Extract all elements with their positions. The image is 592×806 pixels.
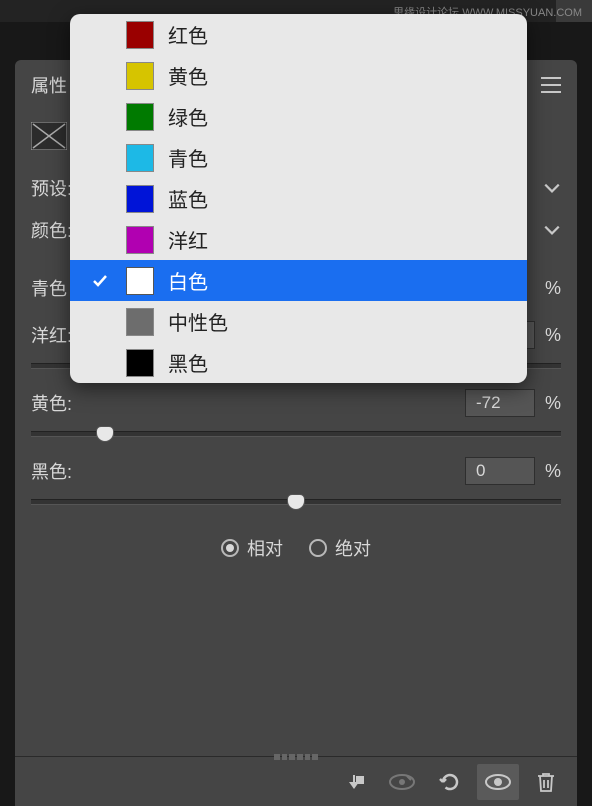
dropdown-item[interactable]: 洋红	[70, 219, 527, 260]
yellow-slider-row: 黄色: %	[31, 389, 561, 417]
dropdown-item-label: 红色	[168, 20, 208, 49]
color-swatch	[126, 267, 154, 295]
method-radio-group: 相对 绝对	[31, 535, 561, 561]
panel-menu-icon[interactable]	[541, 77, 561, 93]
color-swatch	[126, 185, 154, 213]
color-swatch	[126, 103, 154, 131]
resize-grip-icon[interactable]	[274, 754, 318, 760]
dropdown-item-label: 蓝色	[168, 184, 208, 213]
dropdown-item[interactable]: 黑色	[70, 342, 527, 383]
dropdown-item-label: 洋红	[168, 225, 208, 254]
dropdown-item[interactable]: 红色	[70, 14, 527, 55]
absolute-label: 绝对	[335, 535, 371, 561]
color-swatch	[126, 62, 154, 90]
chevron-down-icon	[543, 221, 561, 239]
dropdown-item[interactable]: 蓝色	[70, 178, 527, 219]
chevron-down-icon	[543, 179, 561, 197]
dropdown-item[interactable]: 绿色	[70, 96, 527, 137]
dropdown-item-label: 青色	[168, 143, 208, 172]
view-previous-button[interactable]	[381, 764, 423, 800]
black-value-input[interactable]	[465, 457, 535, 485]
yellow-label: 黄色:	[31, 390, 465, 416]
black-slider-thumb[interactable]	[287, 494, 305, 510]
black-label: 黑色:	[31, 458, 465, 484]
relative-radio[interactable]: 相对	[221, 535, 283, 561]
absolute-radio[interactable]: 绝对	[309, 535, 371, 561]
radio-circle-icon	[221, 539, 239, 557]
visibility-toggle-button[interactable]	[477, 764, 519, 800]
clip-to-layer-button[interactable]	[333, 764, 375, 800]
yellow-slider-track[interactable]	[31, 431, 561, 437]
yellow-value-input[interactable]	[465, 389, 535, 417]
dropdown-item[interactable]: 中性色	[70, 301, 527, 342]
color-swatch	[126, 226, 154, 254]
color-swatch	[126, 308, 154, 336]
check-icon	[88, 272, 112, 290]
color-range-dropdown: 红色黄色绿色青色蓝色洋红白色中性色黑色	[70, 14, 527, 383]
color-swatch	[126, 21, 154, 49]
radio-circle-icon	[309, 539, 327, 557]
dropdown-item-label: 黑色	[168, 348, 208, 377]
percent-sign: %	[545, 393, 561, 414]
percent-sign: %	[545, 461, 561, 482]
dropdown-item-label: 白色	[168, 266, 208, 295]
percent-sign: %	[545, 325, 561, 346]
dropdown-item-label: 黄色	[168, 61, 208, 90]
reset-button[interactable]	[429, 764, 471, 800]
color-swatch	[126, 144, 154, 172]
yellow-slider-thumb[interactable]	[96, 426, 114, 442]
dropdown-item[interactable]: 白色	[70, 260, 527, 301]
black-slider-row: 黑色: %	[31, 457, 561, 485]
percent-sign: %	[545, 278, 561, 299]
black-slider-track[interactable]	[31, 499, 561, 505]
panel-bottom-bar	[15, 756, 577, 806]
dropdown-item-label: 中性色	[168, 307, 228, 336]
relative-label: 相对	[247, 535, 283, 561]
dropdown-item[interactable]: 青色	[70, 137, 527, 178]
color-swatch	[126, 349, 154, 377]
dropdown-item[interactable]: 黄色	[70, 55, 527, 96]
delete-button[interactable]	[525, 764, 567, 800]
dropdown-item-label: 绿色	[168, 102, 208, 131]
